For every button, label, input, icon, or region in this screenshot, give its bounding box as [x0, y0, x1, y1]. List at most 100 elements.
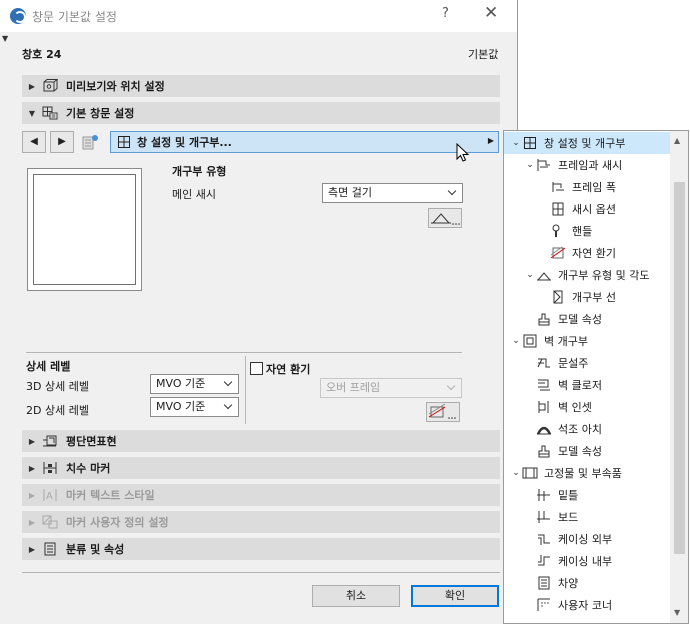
- detail-2d-select[interactable]: MVO 기준: [150, 397, 239, 417]
- opening-angle-icon: [431, 213, 460, 225]
- menu-item-label: 케이싱 외부: [558, 533, 613, 546]
- detail-3d-select[interactable]: MVO 기준: [150, 374, 239, 394]
- menu-item-label: 보드: [558, 511, 579, 524]
- model-attributes-icon: [538, 445, 550, 458]
- wall-closure-icon: [538, 379, 550, 391]
- section-label: 마커 사용자 정의 설정: [66, 516, 169, 529]
- menu-item[interactable]: 보드: [504, 506, 674, 528]
- natural-vent-icon: [428, 403, 456, 419]
- menu-item[interactable]: 핸들: [504, 220, 674, 242]
- menu-item[interactable]: 밑틀: [504, 484, 674, 506]
- ok-button[interactable]: 확인: [411, 585, 499, 607]
- expand-right-icon: ▶: [28, 490, 36, 500]
- menu-item-label: 자연 환기: [572, 247, 616, 260]
- menu-item[interactable]: 벽 클로저: [504, 374, 674, 396]
- custom-corner-icon: [537, 598, 550, 611]
- expand-down-icon[interactable]: ⌄: [510, 336, 522, 346]
- natural-vent-checkbox[interactable]: [250, 362, 263, 375]
- natural-vent-icon: [550, 246, 566, 259]
- chevron-down-icon: [224, 375, 234, 393]
- mouse-cursor-icon: [456, 143, 470, 162]
- menu-item-label: 벽 개구부: [544, 335, 588, 348]
- detail-2d-value: MVO 기준: [156, 400, 206, 413]
- menu-item[interactable]: 프레임 폭: [504, 176, 674, 198]
- expand-right-icon: ▶: [28, 436, 36, 446]
- masonry-arch-icon: [536, 426, 552, 435]
- opening-type-title: 개구부 유형: [172, 165, 227, 178]
- help-button[interactable]: ?: [442, 6, 449, 21]
- frame-grid-icon: [524, 137, 536, 149]
- menu-item-label: 프레임과 새시: [558, 159, 623, 172]
- jamb-icon: [537, 358, 550, 368]
- default-label: 기본값: [468, 48, 499, 61]
- section-label: 미리보기와 위치 설정: [66, 80, 165, 93]
- menu-item-label: 새시 옵션: [572, 203, 616, 216]
- next-page-button[interactable]: ▶: [50, 131, 74, 153]
- opening-angle-button[interactable]: [428, 208, 462, 228]
- menu-item[interactable]: 사용자 코너: [504, 594, 674, 616]
- page-navigation-bar: ◀ ▶ 창 설정 및 개구부... ▶: [22, 131, 500, 153]
- section-marker-text-style[interactable]: ▶ A 마커 텍스트 스타일: [22, 484, 500, 506]
- menu-item[interactable]: 문설주: [504, 352, 674, 374]
- menu-item[interactable]: 차양: [504, 572, 674, 594]
- natural-vent-settings-button[interactable]: [426, 402, 460, 422]
- menu-item[interactable]: 케이싱 내부: [504, 550, 674, 572]
- natural-vent-select[interactable]: 오버 프레임: [320, 378, 462, 398]
- section-floor-plan[interactable]: ▶ 평단면표현: [22, 430, 500, 452]
- section-classification[interactable]: ▶ 분류 및 속성: [22, 538, 500, 560]
- menu-item[interactable]: 자연 환기: [504, 242, 674, 264]
- section-label: 분류 및 속성: [66, 543, 125, 556]
- previous-page-button[interactable]: ◀: [22, 131, 46, 153]
- section-preview[interactable]: ▶ 미리보기와 위치 설정: [22, 75, 500, 97]
- cancel-button[interactable]: 취소: [312, 585, 400, 607]
- menu-item[interactable]: 모델 속성: [504, 308, 674, 330]
- section-basic-settings[interactable]: ▼ 기본 창문 설정: [22, 102, 500, 124]
- scroll-up-icon[interactable]: ▲: [674, 136, 680, 145]
- frame-grid-icon: [118, 136, 130, 148]
- expand-down-icon[interactable]: ⌄: [524, 160, 536, 170]
- casing-inside-icon: [538, 555, 550, 566]
- page-selector-dropdown[interactable]: 창 설정 및 개구부... ▶: [110, 131, 499, 153]
- expand-right-icon: ▶: [28, 544, 36, 554]
- close-button[interactable]: ✕: [484, 3, 498, 23]
- menu-item-label: 사용자 코너: [558, 599, 613, 612]
- menu-item[interactable]: ⌄ 벽 개구부: [504, 330, 674, 352]
- menu-item-label: 창 설정 및 개구부: [544, 137, 626, 150]
- menu-item-label: 벽 클로저: [558, 379, 602, 392]
- expand-down-icon[interactable]: ⌄: [510, 468, 522, 478]
- caret-down-icon: ▼: [2, 34, 9, 43]
- menu-item[interactable]: ⌄ 고정물 및 부속품: [504, 462, 674, 484]
- menu-item[interactable]: ⌄ 창 설정 및 개구부: [504, 132, 674, 154]
- svg-text:A: A: [46, 491, 53, 502]
- menu-item[interactable]: 개구부 선: [504, 286, 674, 308]
- marker-text-style-icon: A: [43, 489, 57, 502]
- expand-down-icon[interactable]: ⌄: [524, 270, 536, 280]
- expand-down-icon[interactable]: ⌄: [510, 138, 522, 148]
- menu-item[interactable]: ⌄ 프레임과 새시: [504, 154, 674, 176]
- favorites-page-icon[interactable]: [82, 134, 100, 150]
- preview-position-icon: [43, 79, 58, 92]
- menu-item[interactable]: 모델 속성: [504, 440, 674, 462]
- menu-item-label: 핸들: [572, 225, 593, 238]
- dimension-marker-icon: [43, 462, 57, 474]
- menu-item[interactable]: 새시 옵션: [504, 198, 674, 220]
- sash-options-icon: [552, 202, 564, 216]
- menu-item[interactable]: 석조 아치: [504, 418, 674, 440]
- page-dropdown-menu: ⌄ 창 설정 및 개구부 ⌄ 프레임과 새시 프레임 폭 새시 옵션 핸들 자연 환기 ⌄ 개구부…: [503, 130, 689, 624]
- menu-scrollbar-thumb[interactable]: [674, 182, 685, 554]
- main-sash-label: 메인 새시: [172, 188, 216, 201]
- menu-item[interactable]: 케이싱 외부: [504, 528, 674, 550]
- shade-icon: [538, 576, 550, 590]
- section-marker-custom-settings[interactable]: ▶ 마커 사용자 정의 설정: [22, 511, 500, 533]
- menu-item[interactable]: ⌄ 개구부 유형 및 각도: [504, 264, 674, 286]
- board-icon: [537, 511, 550, 523]
- section-label: 마커 텍스트 스타일: [66, 489, 155, 502]
- detail-level-title: 상세 레벨: [26, 360, 71, 373]
- natural-vent-label: 자연 환기: [266, 363, 311, 376]
- main-sash-select[interactable]: 측면 걸기: [322, 183, 463, 203]
- scroll-down-icon[interactable]: ▼: [674, 608, 680, 617]
- menu-item[interactable]: 벽 인셋: [504, 396, 674, 418]
- menu-item-label: 밑틀: [558, 489, 579, 502]
- expand-right-icon: ▶: [28, 81, 36, 91]
- section-dimension-marker[interactable]: ▶ 치수 마커: [22, 457, 500, 479]
